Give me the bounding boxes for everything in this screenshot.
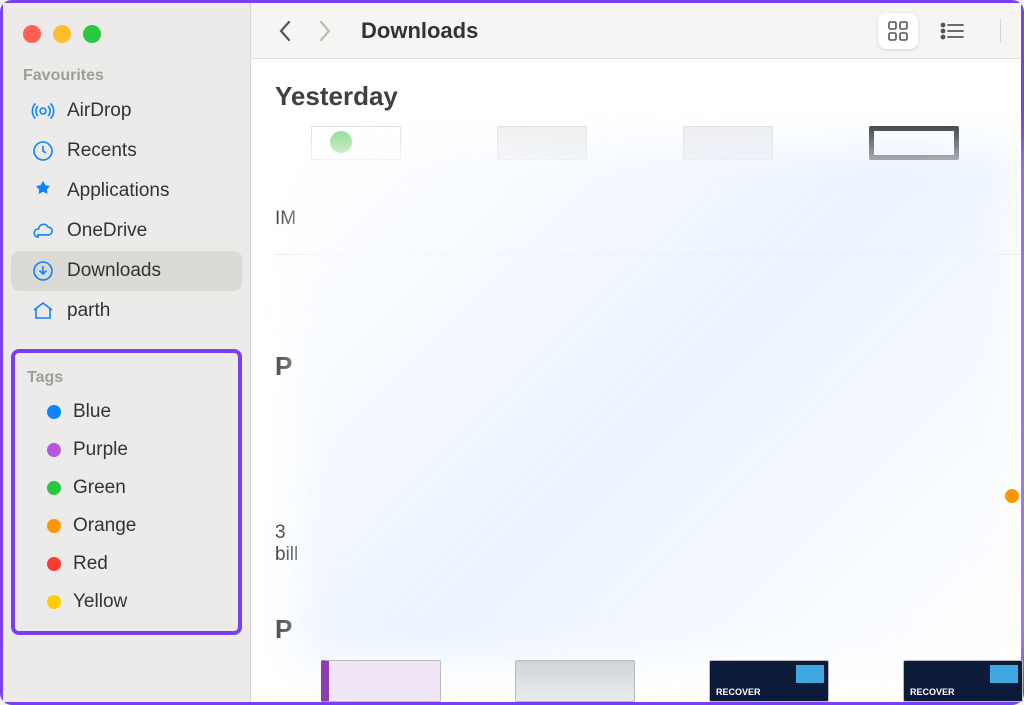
tag-orange[interactable]: Orange xyxy=(23,507,230,545)
date-group-header-partial: P xyxy=(275,351,1021,382)
tag-label: Red xyxy=(73,553,108,575)
tag-label: Green xyxy=(73,477,126,499)
fullscreen-window-button[interactable] xyxy=(83,25,101,43)
sidebar-item-recents[interactable]: Recents xyxy=(11,131,242,171)
tag-dot-icon xyxy=(47,405,61,419)
sidebar-item-home[interactable]: parth xyxy=(11,291,242,331)
tag-purple[interactable]: Purple xyxy=(23,431,230,469)
file-thumbnail[interactable] xyxy=(515,660,635,702)
tag-dot-icon xyxy=(47,443,61,457)
sidebar-item-label: Recents xyxy=(67,140,137,162)
tag-label: Yellow xyxy=(73,591,127,613)
applications-icon xyxy=(31,179,55,203)
favourites-header: Favourites xyxy=(3,61,250,91)
sidebar-item-onedrive[interactable]: OneDrive xyxy=(11,211,242,251)
toolbar-divider xyxy=(1000,19,1001,43)
tags-section-highlight: Tags Blue Purple Green Orange Red xyxy=(11,349,242,635)
forward-button[interactable] xyxy=(311,17,339,45)
toolbar: Downloads xyxy=(251,3,1021,59)
thumb-label: RECOVER xyxy=(910,687,955,697)
view-mode-group xyxy=(872,9,978,53)
tag-label: Blue xyxy=(73,401,111,423)
file-text-fragment: 3 xyxy=(275,522,1021,544)
file-thumbnail[interactable] xyxy=(869,126,959,160)
tag-green[interactable]: Green xyxy=(23,469,230,507)
sidebar-item-label: Downloads xyxy=(67,260,161,282)
file-thumbnail[interactable] xyxy=(497,126,587,160)
file-thumbnail[interactable] xyxy=(321,660,441,702)
sidebar-item-label: parth xyxy=(67,300,110,322)
file-name-truncated: IM xyxy=(275,160,1021,230)
tag-dot-icon xyxy=(47,481,61,495)
download-icon xyxy=(31,259,55,283)
sidebar-item-applications[interactable]: Applications xyxy=(11,171,242,211)
sidebar-item-label: OneDrive xyxy=(67,220,147,242)
home-icon xyxy=(31,299,55,323)
tag-blue[interactable]: Blue xyxy=(23,393,230,431)
tag-dot-icon xyxy=(47,557,61,571)
thumbnail-row xyxy=(275,126,1021,160)
icon-view-button[interactable] xyxy=(878,13,918,49)
tag-dot-icon xyxy=(47,595,61,609)
close-window-button[interactable] xyxy=(23,25,41,43)
airdrop-icon xyxy=(31,99,55,123)
file-thumbnail[interactable]: RECOVER xyxy=(903,660,1023,702)
sidebar: Favourites AirDrop Recents Applications … xyxy=(3,3,251,702)
file-thumbnail[interactable] xyxy=(683,126,773,160)
cloud-icon xyxy=(31,219,55,243)
list-view-button[interactable] xyxy=(932,13,972,49)
date-group-header: Yesterday xyxy=(275,59,1021,126)
window-controls xyxy=(3,19,250,61)
file-thumbnail[interactable]: RECOVER xyxy=(709,660,829,702)
file-thumbnail[interactable] xyxy=(311,126,401,160)
tag-red[interactable]: Red xyxy=(23,545,230,583)
date-group-header-partial: P xyxy=(275,614,1021,645)
sidebar-item-label: AirDrop xyxy=(67,100,131,122)
tag-dot-icon xyxy=(47,519,61,533)
thumb-label: RECOVER xyxy=(716,687,761,697)
page-title: Downloads xyxy=(361,18,478,44)
minimize-window-button[interactable] xyxy=(53,25,71,43)
clock-icon xyxy=(31,139,55,163)
file-browser-content[interactable]: Yesterday IM P 3 bill P xyxy=(251,59,1021,702)
main-area: Downloads Yesterday xyxy=(251,3,1021,702)
file-text-fragment: bill xyxy=(275,544,1021,566)
sidebar-item-label: Applications xyxy=(67,180,169,202)
sidebar-item-airdrop[interactable]: AirDrop xyxy=(11,91,242,131)
sidebar-item-downloads[interactable]: Downloads xyxy=(11,251,242,291)
tag-label: Orange xyxy=(73,515,136,537)
tag-label: Purple xyxy=(73,439,128,461)
tags-header: Tags xyxy=(15,363,238,393)
tag-yellow[interactable]: Yellow xyxy=(23,583,230,621)
tag-indicator-dot xyxy=(1005,489,1019,503)
bottom-thumbnail-row: RECOVER RECOVER xyxy=(321,660,1023,702)
back-button[interactable] xyxy=(271,17,299,45)
